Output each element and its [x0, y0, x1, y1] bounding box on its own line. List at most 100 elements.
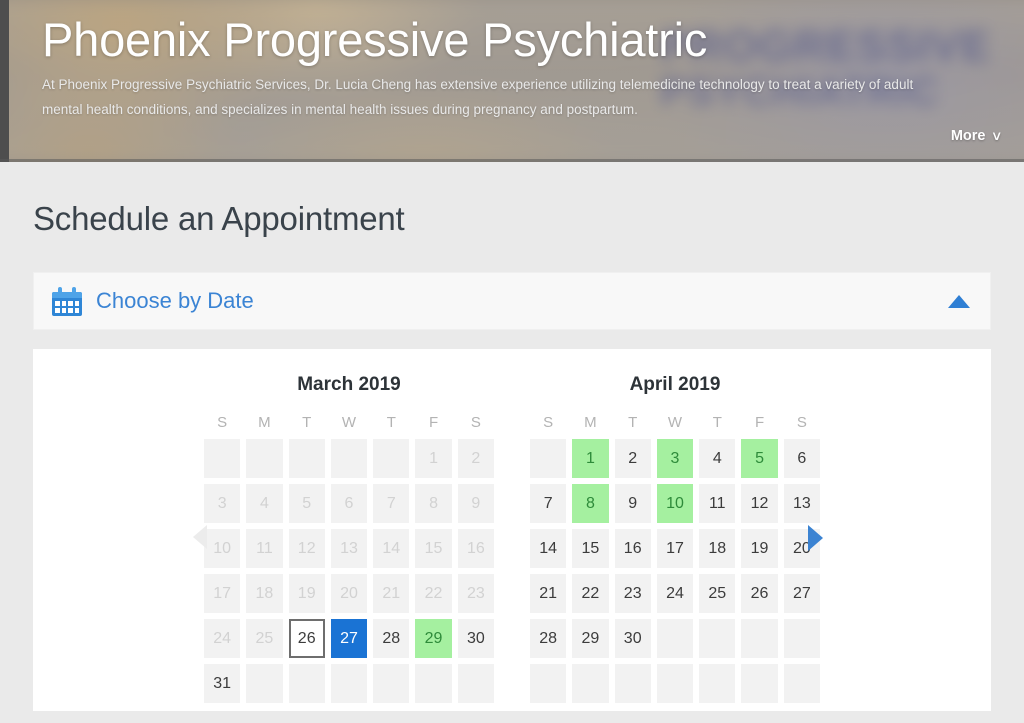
next-month-arrow[interactable]: [808, 525, 823, 551]
calendar-week-row: 123456: [530, 439, 820, 478]
calendar-day-cell[interactable]: 13: [783, 484, 820, 523]
calendar-day-cell[interactable]: 11: [699, 484, 736, 523]
weekday-label: S: [217, 414, 228, 431]
calendar-day-cell: [373, 664, 410, 703]
calendar-day-cell[interactable]: 31: [204, 664, 241, 703]
calendar-day-cell[interactable]: 4: [699, 439, 736, 478]
calendar-day-cell[interactable]: 29: [415, 619, 452, 658]
calendar-day-cell: 5: [288, 484, 325, 523]
calendar-card: March 2019 S M T W T F S 1 2 3 4 5 6 7 8 9 10 11 12 13 14 15 16…: [33, 349, 991, 711]
calendar-day-cell: [699, 664, 736, 703]
calendar-day-cell: 21: [373, 574, 410, 613]
calendar-day-cell[interactable]: 10: [656, 484, 694, 523]
hero-left-strip: [0, 0, 9, 162]
calendar-day-cell: [572, 664, 609, 703]
calendar-day-cell: 24: [204, 619, 241, 658]
calendar-day-cell: 1: [415, 439, 452, 478]
calendar-day-cell: [741, 619, 778, 658]
calendar-week-row: 17 18 19 20 21 22 23: [204, 574, 494, 613]
calendar-day-cell: [699, 619, 736, 658]
calendar-day-cell: [656, 664, 694, 703]
calendar-week-row: 24 25 26 27 28 29 30: [204, 619, 494, 658]
calendar-day-cell: [614, 664, 651, 703]
weekday-label: T: [628, 414, 638, 431]
calendar-day-cell[interactable]: 16: [614, 529, 651, 568]
calendar-day-cell[interactable]: 30: [614, 619, 651, 658]
weekday-label: S: [796, 414, 807, 431]
calendar-weekday-header-row: SMTWTFS: [530, 414, 820, 432]
more-button[interactable]: More ∨: [950, 128, 1004, 144]
calendar-day-cell: [741, 664, 778, 703]
calendar-week-row: [530, 664, 820, 703]
calendar-day-cell[interactable]: 28: [373, 619, 410, 658]
calendar-day-cell: 19: [288, 574, 325, 613]
calendar-day-cell[interactable]: 30: [457, 619, 494, 658]
weekday-label: W: [667, 414, 683, 431]
calendar-day-cell[interactable]: 21: [530, 574, 567, 613]
calendar-day-cell[interactable]: 28: [530, 619, 567, 658]
calendar-day-cell: [783, 664, 820, 703]
calendar-week-row: 7 8 9 10 11 12 13: [530, 484, 820, 523]
calendar-day-cell: 10: [204, 529, 241, 568]
choose-by-date-accordion-header[interactable]: Choose by Date: [33, 272, 991, 330]
calendar-week-row: 12: [204, 439, 494, 478]
calendar-day-cell[interactable]: 19: [741, 529, 778, 568]
calendar-day-cell[interactable]: 18: [699, 529, 736, 568]
weekday-label: T: [302, 414, 312, 431]
calendar-day-cell[interactable]: 8: [572, 484, 609, 523]
calendar-day-cell[interactable]: 26: [741, 574, 778, 613]
calendar-day-cell[interactable]: 5: [741, 439, 778, 478]
calendar-day-cell[interactable]: 7: [530, 484, 567, 523]
previous-month-arrow[interactable]: [193, 525, 207, 549]
calendar-day-cell: [288, 664, 325, 703]
calendar-day-cell[interactable]: 2: [614, 439, 651, 478]
weekday-label: S: [543, 414, 554, 431]
calendar-day-cell[interactable]: 25: [699, 574, 736, 613]
calendar-day-cell: [246, 439, 283, 478]
calendar-week-row: 31: [204, 664, 494, 703]
calendar-day-cell: [415, 664, 452, 703]
calendar-day-cell[interactable]: 9: [614, 484, 651, 523]
weekday-label: T: [712, 414, 722, 431]
page-title: Schedule an Appointment: [33, 200, 405, 237]
weekday-label: F: [428, 414, 439, 431]
calendar-week-row: 14 15 16 17 18 19 20: [530, 529, 820, 568]
calendar-day-cell: 16: [457, 529, 494, 568]
calendar-day-cell[interactable]: 24: [656, 574, 694, 613]
calendar-day-cell[interactable]: 22: [572, 574, 609, 613]
calendar-day-cell[interactable]: 14: [530, 529, 567, 568]
calendar-day-cell[interactable]: 23: [614, 574, 651, 613]
more-button-label: More: [950, 128, 986, 144]
calendar-day-cell: [330, 439, 368, 478]
calendar-day-cell: [288, 439, 325, 478]
calendar-weekday-header-row: SMTWTFS: [204, 414, 494, 432]
calendar-day-cell[interactable]: 1: [572, 439, 609, 478]
calendar-day-cell: 13: [330, 529, 368, 568]
calendar-day-cell[interactable]: 15: [572, 529, 609, 568]
calendar-day-cell: [373, 439, 410, 478]
calendar-day-cell[interactable]: 27: [330, 619, 368, 658]
calendar-day-cell[interactable]: 3: [656, 439, 694, 478]
weekday-label: M: [258, 414, 271, 431]
calendar-day-cell[interactable]: 12: [741, 484, 778, 523]
chevron-down-icon: ∨: [991, 128, 1004, 143]
calendar-day-cell[interactable]: 27: [783, 574, 820, 613]
calendar-day-cell[interactable]: 29: [572, 619, 609, 658]
choose-by-date-label: Choose by Date: [96, 288, 254, 313]
calendar-day-cell: [246, 664, 283, 703]
calendar-day-cell: 2: [457, 439, 494, 478]
calendar-day-cell[interactable]: 17: [656, 529, 694, 568]
calendar-day-cell: 12: [288, 529, 325, 568]
triangle-up-icon[interactable]: [948, 294, 970, 308]
calendar-day-cell[interactable]: 26: [288, 619, 325, 658]
calendar-day-cell: 20: [330, 574, 368, 613]
calendar-day-cell: [457, 664, 494, 703]
calendar-day-cell[interactable]: 6: [783, 439, 820, 478]
calendar-month: March 2019 S M T W T F S 1 2 3 4 5 6 7 8 9 10 11 12 13 14 15 16…: [204, 374, 494, 709]
calendar-day-cell: 4: [246, 484, 283, 523]
calendar-day-cell: 18: [246, 574, 283, 613]
weekday-label: W: [341, 414, 357, 431]
calendar-month-title: March 2019: [297, 374, 401, 395]
weekday-label: M: [584, 414, 597, 431]
calendar-day-cell: 22: [415, 574, 452, 613]
